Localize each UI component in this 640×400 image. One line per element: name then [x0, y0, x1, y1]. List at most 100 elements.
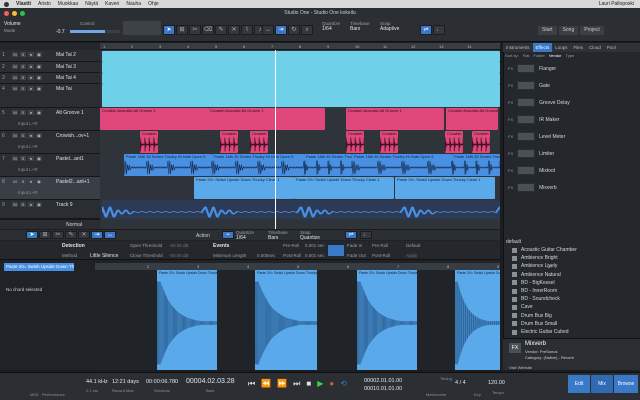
solo-button[interactable]: S: [20, 202, 26, 207]
timebase-value[interactable]: Bars: [350, 26, 370, 32]
clip-swish[interactable]: Paste 20= Swish Upside Down Thucky Clean…: [194, 177, 294, 199]
auto-scroll-icon[interactable]: ↻: [288, 25, 300, 35]
clip-crowish[interactable]: Crowish Acoustic Alt Groove 1: [446, 108, 498, 130]
browser-tab-effects[interactable]: Effects: [532, 43, 553, 52]
track-name[interactable]: Track 9: [56, 202, 72, 208]
record-icon[interactable]: ●: [329, 379, 334, 389]
preset-item[interactable]: Drum Bus Big: [512, 313, 632, 319]
metronome-toggle-icon[interactable]: ♩: [433, 25, 445, 35]
browser-tab-files[interactable]: Files: [570, 43, 586, 52]
apply-button[interactable]: Apply: [406, 253, 417, 258]
mute-button[interactable]: M: [12, 64, 18, 69]
menu-app[interactable]: Vlastit: [16, 1, 31, 7]
track-header[interactable]: 4 M S ● ◉ Mai Tai: [0, 84, 100, 108]
monitor-button[interactable]: ◉: [36, 179, 42, 184]
arrow-tool-icon[interactable]: ➤: [163, 25, 175, 35]
close-threshold-value[interactable]: -00.00 dB: [169, 253, 189, 258]
monitor-button[interactable]: ◉: [36, 52, 42, 57]
solo-button[interactable]: S: [20, 133, 26, 138]
menu-item[interactable]: Nauha: [126, 1, 141, 7]
snap-field[interactable]: Snap Adaptive: [380, 21, 399, 32]
clip-paste[interactable]: Paste 16th 30 Series Thudry Hi Hate Open…: [212, 154, 304, 176]
editor-loop-icon[interactable]: ↔: [104, 231, 116, 239]
mute-button[interactable]: M: [12, 75, 18, 80]
split-tool-icon[interactable]: ✂: [189, 25, 201, 35]
mute-button[interactable]: M: [12, 156, 18, 161]
clip-crowish-short[interactable]: Crowish: [220, 131, 238, 153]
mute-button[interactable]: M: [12, 110, 18, 115]
menu-item[interactable]: Kaveri: [105, 1, 119, 7]
track-name[interactable]: Mai Tai 3: [56, 64, 76, 70]
monitor-button[interactable]: ◉: [36, 75, 42, 80]
monitor-button[interactable]: ◉: [36, 202, 42, 207]
clip-paste[interactable]: Paste 16th 30 Series Thudry Hi Hate Open…: [352, 154, 452, 176]
browser-tab-loops[interactable]: Loops: [552, 43, 570, 52]
record-arm-button[interactable]: ●: [28, 52, 34, 57]
monitor-button[interactable]: ◉: [36, 86, 42, 91]
audio-event[interactable]: Paste 20= Swish Upside Down Thucky Clean…: [455, 270, 500, 370]
solo-button[interactable]: S: [20, 86, 26, 91]
follow-icon[interactable]: ⇥: [275, 25, 287, 35]
editor-arrow-icon[interactable]: ➤: [26, 231, 38, 239]
stop-icon[interactable]: ■: [306, 379, 311, 389]
preset-item[interactable]: BD - BigKessel: [512, 280, 632, 286]
track-input[interactable]: Input L+R: [18, 190, 38, 195]
record-arm-button[interactable]: ●: [28, 86, 34, 91]
clip-maitai3[interactable]: [102, 62, 500, 73]
mute-tool-icon[interactable]: ✕: [228, 25, 240, 35]
loop-left-value[interactable]: 00002.01.01.00: [364, 378, 402, 384]
open-threshold-value[interactable]: -00.00 dB: [169, 243, 189, 248]
action-menu[interactable]: Action: [196, 233, 210, 239]
track-header[interactable]: 2 M S ● ◉ Mai Tai 3: [0, 62, 100, 73]
preset-item[interactable]: Ambience Lively: [512, 263, 632, 269]
forward-end-icon[interactable]: ⏭: [293, 379, 300, 389]
clip-swish[interactable]: Paste 20= Swish Upside Down Thucky Clean…: [294, 177, 394, 199]
rewind-start-icon[interactable]: ⏮: [248, 379, 255, 389]
close-window-icon[interactable]: [4, 11, 9, 16]
loop-tool-icon[interactable]: ↔: [262, 25, 274, 35]
browser-tab-pool[interactable]: Pool: [604, 43, 619, 52]
quantize-field[interactable]: Quantize 1/64: [322, 21, 340, 32]
editor-follow-icon[interactable]: ⇥: [91, 231, 103, 239]
monitor-button[interactable]: ◉: [36, 156, 42, 161]
snap-value[interactable]: Adaptive: [380, 26, 399, 32]
editor-snap-toggle-icon[interactable]: ⇌: [345, 231, 357, 239]
clip-maitai2[interactable]: [102, 51, 500, 62]
volume-value[interactable]: -0.7: [56, 29, 65, 35]
track-name[interactable]: Crowish...ov+1: [56, 133, 89, 139]
seconds-value[interactable]: 00:00:06.780: [146, 379, 178, 385]
editor-split-icon[interactable]: ✂: [52, 231, 64, 239]
clip-track9[interactable]: [102, 200, 500, 219]
preset-item[interactable]: BD - InnerRoom: [512, 288, 632, 294]
quantize-value[interactable]: 1/64: [322, 26, 340, 32]
playhead[interactable]: [275, 43, 276, 229]
sort-option[interactable]: Flat: [523, 53, 530, 58]
preset-folder[interactable]: default: [506, 239, 626, 245]
track-header[interactable]: 5 M S ● ◉ Alt Groove 1 Input L+R: [0, 108, 100, 131]
editor-snap-icon[interactable]: ⌁: [222, 231, 234, 239]
browser-tab-cloud[interactable]: Cloud: [586, 43, 604, 52]
record-arm-button[interactable]: ●: [28, 156, 34, 161]
project-button[interactable]: Project: [580, 26, 604, 35]
track-input[interactable]: Input L+R: [18, 144, 38, 149]
normal-label[interactable]: Normal: [66, 222, 82, 228]
solo-button[interactable]: S: [20, 64, 26, 69]
track-header[interactable]: 8 M S ● ◉ Pastel2...ant+1 Input L+R: [0, 177, 100, 200]
editor-range-icon[interactable]: ⊞: [39, 231, 51, 239]
track-input[interactable]: Input L+R: [18, 121, 38, 126]
monitor-button[interactable]: ◉: [36, 64, 42, 69]
sort-option[interactable]: Type: [566, 53, 575, 58]
effect-item[interactable]: FX Mixverb: [508, 183, 638, 192]
apple-icon[interactable]: [4, 1, 9, 7]
volume-slider[interactable]: [70, 30, 120, 33]
audio-event[interactable]: Paste 20= Swish Upside Down Thucky Clean…: [157, 270, 217, 370]
mute-button[interactable]: M: [12, 86, 18, 91]
position-value[interactable]: 00004.02.03.28: [186, 378, 235, 385]
minimize-window-icon[interactable]: [12, 11, 17, 16]
zoom-window-icon[interactable]: [20, 11, 25, 16]
clip-crowish-short[interactable]: Crowish: [380, 131, 398, 153]
signature-value[interactable]: 4 / 4: [455, 380, 466, 386]
mix-button[interactable]: Mix: [591, 375, 613, 393]
solo-button[interactable]: S: [20, 156, 26, 161]
mute-button[interactable]: M: [12, 179, 18, 184]
